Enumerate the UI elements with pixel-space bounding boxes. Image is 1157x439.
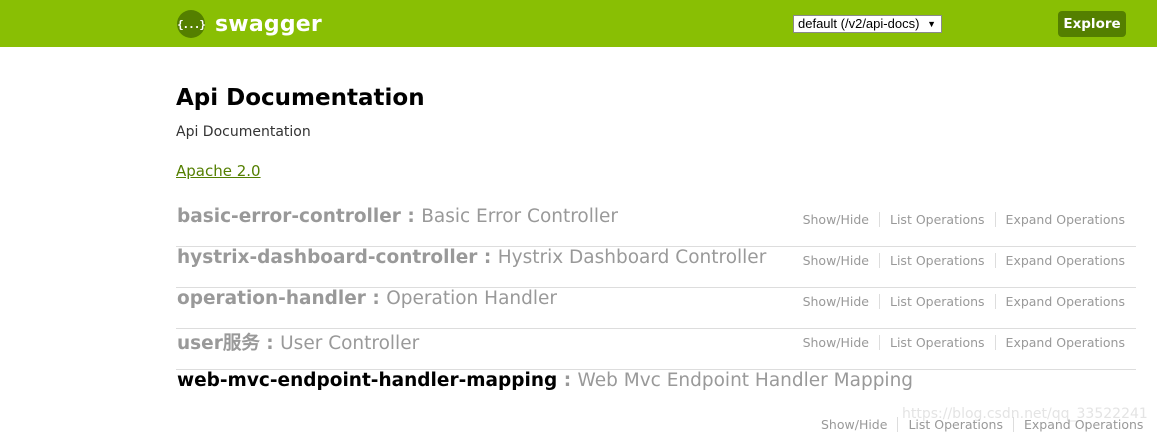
api-spec-select[interactable]: default (/v2/api-docs) ▼ bbox=[793, 15, 942, 33]
resource-path[interactable]: basic-error-controller bbox=[177, 206, 401, 227]
resource-operations: Show/Hide List Operations Expand Operati… bbox=[803, 253, 1125, 268]
show-hide-link[interactable]: Show/Hide bbox=[803, 294, 879, 309]
resource-description: User Controller bbox=[280, 333, 420, 354]
list-operations-link[interactable]: List Operations bbox=[879, 335, 995, 350]
list-operations-link[interactable]: List Operations bbox=[879, 253, 995, 268]
resource-basic-error-controller: basic-error-controller : Basic Error Con… bbox=[176, 206, 1136, 247]
resource-operation-handler: operation-handler : Operation Handler Sh… bbox=[176, 288, 1136, 329]
expand-operations-link[interactable]: Expand Operations bbox=[994, 253, 1125, 268]
resource-heading[interactable]: basic-error-controller : Basic Error Con… bbox=[177, 206, 618, 230]
show-hide-link[interactable]: Show/Hide bbox=[803, 212, 879, 227]
expand-operations-link[interactable]: Expand Operations bbox=[994, 335, 1125, 350]
resource-operations: Show/Hide List Operations Expand Operati… bbox=[821, 417, 1143, 432]
resource-heading[interactable]: user服务 : User Controller bbox=[177, 329, 420, 354]
resource-path[interactable]: user服务 bbox=[177, 333, 260, 354]
spec-select-value: default (/v2/api-docs) bbox=[798, 16, 920, 31]
explore-button[interactable]: Explore bbox=[1058, 11, 1126, 37]
expand-operations-link[interactable]: Expand Operations bbox=[994, 294, 1125, 309]
resource-separator: : bbox=[365, 288, 387, 309]
caret-down-icon: ▼ bbox=[927, 19, 936, 29]
resource-operations: Show/Hide List Operations Expand Operati… bbox=[803, 335, 1125, 350]
list-operations-link[interactable]: List Operations bbox=[879, 294, 995, 309]
expand-operations-link[interactable]: Expand Operations bbox=[1012, 417, 1143, 432]
resource-path[interactable]: web-mvc-endpoint-handler-mapping bbox=[177, 370, 557, 391]
resource-user-controller: user服务 : User Controller Show/Hide List … bbox=[176, 329, 1136, 370]
resource-description: Hystrix Dashboard Controller bbox=[497, 247, 767, 268]
show-hide-link[interactable]: Show/Hide bbox=[803, 253, 879, 268]
license-link[interactable]: Apache 2.0 bbox=[176, 162, 261, 180]
resource-heading[interactable]: web-mvc-endpoint-handler-mapping : Web M… bbox=[177, 370, 913, 394]
api-title: Api Documentation bbox=[176, 85, 425, 111]
resource-hystrix-dashboard-controller: hystrix-dashboard-controller : Hystrix D… bbox=[176, 247, 1136, 288]
logo-text: swagger bbox=[215, 11, 322, 37]
show-hide-link[interactable]: Show/Hide bbox=[803, 335, 879, 350]
resource-heading[interactable]: operation-handler : Operation Handler bbox=[177, 288, 557, 312]
resource-separator: : bbox=[400, 206, 422, 227]
resource-path[interactable]: hystrix-dashboard-controller bbox=[177, 247, 477, 268]
resource-description: Web Mvc Endpoint Handler Mapping bbox=[577, 370, 914, 391]
resource-separator: : bbox=[259, 333, 281, 354]
resource-web-mvc-endpoint-handler-mapping: web-mvc-endpoint-handler-mapping : Web M… bbox=[176, 370, 1136, 411]
resource-separator: : bbox=[557, 370, 578, 391]
expand-operations-link[interactable]: Expand Operations bbox=[994, 212, 1125, 227]
show-hide-link[interactable]: Show/Hide bbox=[821, 417, 897, 432]
resource-separator: : bbox=[477, 247, 498, 268]
swagger-logo[interactable]: {...} swagger bbox=[177, 10, 322, 38]
resource-heading[interactable]: hystrix-dashboard-controller : Hystrix D… bbox=[177, 247, 766, 271]
resource-description: Operation Handler bbox=[386, 288, 558, 309]
resource-path[interactable]: operation-handler bbox=[177, 288, 366, 309]
resource-operations: Show/Hide List Operations Expand Operati… bbox=[803, 294, 1125, 309]
swagger-icon: {...} bbox=[177, 10, 206, 38]
list-operations-link[interactable]: List Operations bbox=[879, 212, 995, 227]
resource-operations: Show/Hide List Operations Expand Operati… bbox=[803, 212, 1125, 227]
resource-description: Basic Error Controller bbox=[421, 206, 619, 227]
list-operations-link[interactable]: List Operations bbox=[897, 417, 1013, 432]
api-description: Api Documentation bbox=[176, 124, 311, 140]
top-bar: {...} swagger default (/v2/api-docs) ▼ E… bbox=[0, 0, 1157, 47]
